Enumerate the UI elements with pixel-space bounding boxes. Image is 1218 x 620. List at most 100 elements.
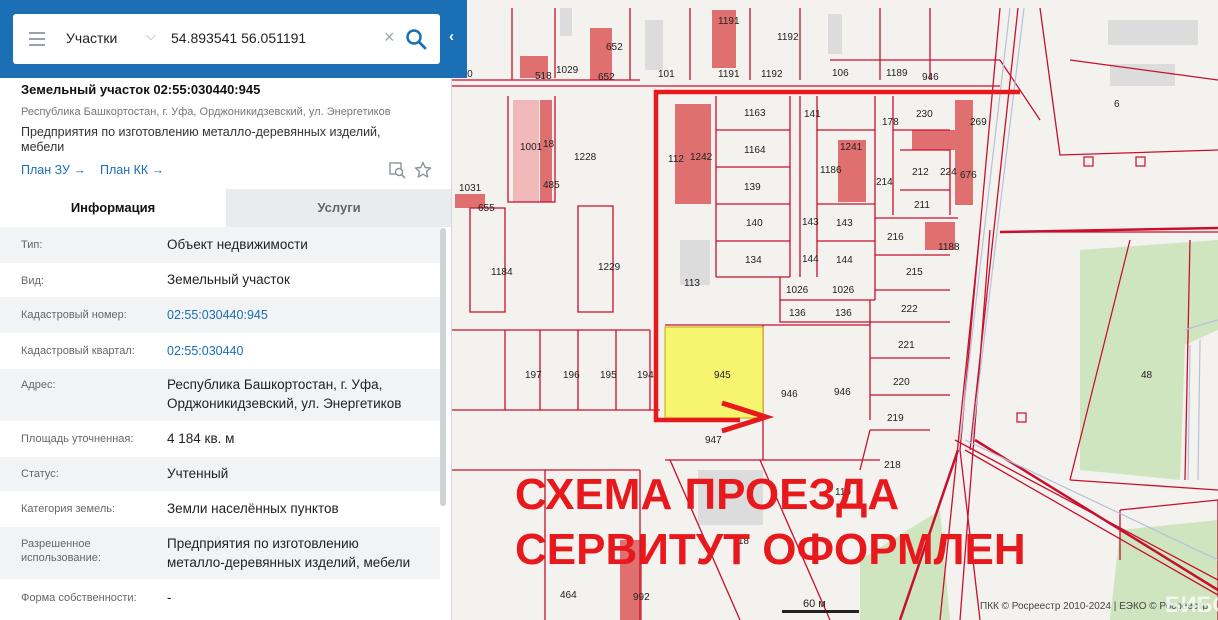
parcel-address: Республика Башкортостан, г. Уфа, Орджони… — [21, 106, 391, 118]
field-value: Учтенный — [167, 466, 229, 481]
parcel-label: 212 — [912, 167, 929, 178]
search-input[interactable]: 54.893541 56.051191 — [171, 30, 306, 46]
parcel-label: 140 — [746, 218, 763, 229]
parcel-title: Земельный участок 02:55:030440:945 — [21, 82, 261, 97]
parcel-label: 141 — [804, 109, 821, 120]
parcel-label: 139 — [744, 182, 761, 193]
star-icon[interactable] — [414, 161, 432, 179]
parcel-label: 195 — [600, 370, 617, 381]
field-row-category: Категория земель: Земли населённых пункт… — [0, 491, 440, 527]
clear-icon[interactable]: × — [384, 27, 395, 48]
parcel-label: 1228 — [574, 152, 597, 163]
tab-services[interactable]: Услуги — [226, 189, 451, 227]
parcel-label: 676 — [960, 170, 977, 181]
overlay-title-line2: СЕРВИТУТ ОФОРМЛЕН — [515, 525, 1026, 574]
parcel-label: 1031 — [459, 183, 482, 194]
parcel-label: 945 — [714, 370, 731, 381]
parcel-label: 136 — [835, 308, 852, 319]
parcel-label: 101 — [658, 69, 675, 80]
menu-icon[interactable] — [29, 32, 45, 46]
parcel-label: 1242 — [690, 152, 713, 163]
field-row-cad-number: Кадастровый номер: 02:55:030440:945 — [0, 297, 440, 333]
parcel-label: 269 — [970, 117, 987, 128]
search-icon[interactable] — [405, 28, 427, 50]
parcel-label: 1188 — [938, 242, 960, 253]
field-label: Разрешенное — [21, 538, 91, 550]
field-label: Адрес: — [21, 379, 56, 391]
field-value: Республика Башкортостан, г. Уфа, — [167, 377, 383, 392]
parcel-label: 197 — [525, 370, 542, 381]
field-label: использование: — [21, 552, 101, 564]
parcel-label: 6 — [1114, 99, 1120, 110]
field-label: Категория земель: — [21, 503, 116, 515]
parcel-label: 112 — [668, 154, 684, 165]
parcel-label: 143 — [836, 218, 853, 229]
parcel-label: 1191 — [718, 16, 740, 27]
layer-select[interactable]: Участки — [66, 30, 117, 46]
cadastral-number-link[interactable]: 02:55:030440:945 — [167, 305, 437, 325]
zoom-to-object-icon[interactable] — [388, 161, 406, 179]
field-label: Вид: — [21, 275, 44, 287]
field-row-area: Площадь уточненная: 4 184 кв. м — [0, 421, 440, 457]
parcel-label: 1164 — [744, 145, 766, 156]
parcel-label: 652 — [598, 72, 615, 83]
parcel-label: 992 — [633, 592, 650, 603]
parcel-label: 1241 — [840, 142, 863, 153]
panel-scrollbar[interactable] — [440, 228, 446, 506]
parcel-label: 652 — [606, 42, 623, 53]
parcel-label: 464 — [560, 590, 577, 601]
parcel-label: 947 — [705, 435, 722, 446]
plan-zu-link[interactable]: План ЗУ → — [21, 163, 86, 177]
collapse-panel-icon[interactable]: ‹ — [449, 28, 454, 45]
parcel-label: 1191 — [718, 69, 740, 80]
tab-info[interactable]: Информация — [0, 189, 226, 227]
parcel-label: 1229 — [598, 262, 621, 273]
parcel-label: 224 — [940, 167, 957, 178]
parcel-label: 211 — [914, 200, 930, 211]
parcel-label: 143 — [802, 217, 819, 228]
parcel-label: 196 — [563, 370, 580, 381]
parcel-label: 214 — [876, 177, 893, 188]
scale-bar — [782, 610, 859, 613]
field-value: Объект недвижимости — [167, 237, 308, 252]
parcel-label: 136 — [789, 308, 806, 319]
parcel-label: 1184 — [491, 267, 513, 278]
parcel-label: 1001 — [520, 142, 543, 153]
field-row-permitted-use: Разрешенное использование: Предприятия п… — [0, 527, 440, 579]
field-label: Площадь уточненная: — [21, 433, 134, 445]
parcel-label: 178 — [882, 117, 899, 128]
parcel-purpose: Предприятия по изготовлению металло-дере… — [21, 125, 381, 154]
field-value: Земельный участок — [167, 272, 290, 287]
parcel-label: 1029 — [556, 65, 579, 76]
field-row-cad-block: Кадастровый квартал: 02:55:030440 — [0, 333, 440, 369]
cadastral-block-link[interactable]: 02:55:030440 — [167, 341, 437, 361]
parcel-label: 219 — [887, 413, 904, 424]
parcel-label: 518 — [535, 71, 552, 82]
parcel-label: 1192 — [777, 32, 799, 43]
parcel-label: 485 — [543, 180, 560, 191]
field-value: металло-деревянных изделий, мебели — [167, 555, 411, 570]
parcel-label: 230 — [916, 109, 933, 120]
plan-kk-link[interactable]: План КК → — [100, 163, 164, 177]
watermark-logo: БИБОСС — [1165, 592, 1218, 617]
parcel-label: 946 — [922, 72, 939, 83]
parcel-label: 144 — [802, 254, 819, 265]
green-area — [1080, 240, 1218, 480]
parcel-label: 18 — [543, 139, 555, 150]
chevron-down-icon[interactable]: ⌵ — [146, 28, 156, 44]
field-label: Статус: — [21, 468, 59, 480]
field-row-address: Адрес: Республика Башкортостан, г. Уфа, … — [0, 369, 440, 421]
panel-tabs: Информация Услуги — [0, 189, 451, 227]
parcel-label: 194 — [637, 370, 654, 381]
parcel-label: 221 — [898, 340, 915, 351]
field-row-status: Статус: Учтенный — [0, 457, 440, 491]
field-label: Кадастровый номер: — [21, 309, 127, 321]
field-row-type: Тип: Объект недвижимости — [0, 227, 440, 263]
field-row-ownership: Форма собственности: - — [0, 579, 440, 619]
field-label: Форма собственности: — [21, 592, 137, 604]
parcel-label: 946 — [781, 389, 798, 400]
parcel-label: 220 — [893, 377, 910, 388]
field-row-kind: Вид: Земельный участок — [0, 263, 440, 297]
parcel-label: 134 — [745, 255, 762, 266]
parcel-label: 1026 — [786, 285, 809, 296]
